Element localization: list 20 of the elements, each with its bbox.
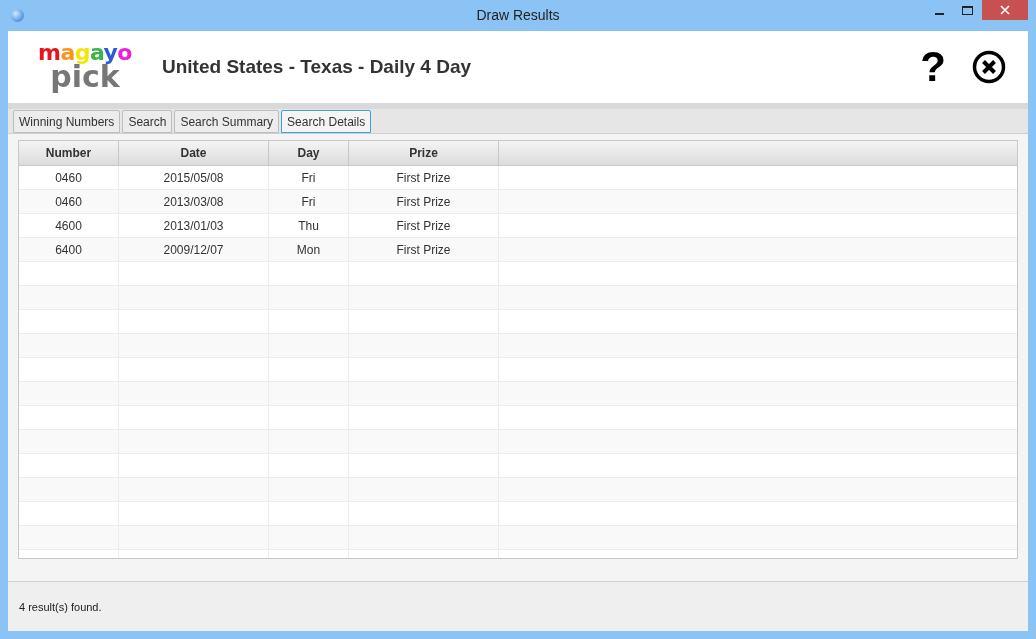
status-text: 4 result(s) found. bbox=[19, 600, 102, 616]
close-icon[interactable] bbox=[972, 50, 1006, 84]
help-button[interactable]: ? bbox=[920, 46, 946, 88]
lottery-title: United States - Texas - Daily 4 Day bbox=[162, 54, 472, 79]
tab[interactable]: Search Summary bbox=[174, 110, 280, 133]
column-header[interactable]: Date bbox=[119, 141, 269, 165]
table-row[interactable]: 0460 2013/03/08 Fri First Prize bbox=[19, 190, 1017, 214]
column-header[interactable]: Day bbox=[269, 141, 349, 165]
table-row[interactable]: 0460 2015/05/08 Fri First Prize bbox=[19, 166, 1017, 190]
window-title: Draw Results bbox=[476, 6, 560, 25]
tab[interactable]: Winning Numbers bbox=[13, 110, 121, 133]
app-icon bbox=[11, 9, 24, 22]
column-header[interactable]: Prize bbox=[349, 141, 499, 165]
table-row[interactable]: 6400 2009/12/07 Mon First Prize bbox=[19, 238, 1017, 262]
column-header[interactable]: Number bbox=[19, 141, 119, 165]
logo-text: magayo bbox=[38, 42, 132, 64]
close-icon bbox=[1000, 5, 1010, 15]
tab[interactable]: Search Details bbox=[281, 110, 372, 133]
tab[interactable]: Search bbox=[122, 110, 173, 133]
table-row[interactable]: 4600 2013/01/03 Thu First Prize bbox=[19, 214, 1017, 238]
